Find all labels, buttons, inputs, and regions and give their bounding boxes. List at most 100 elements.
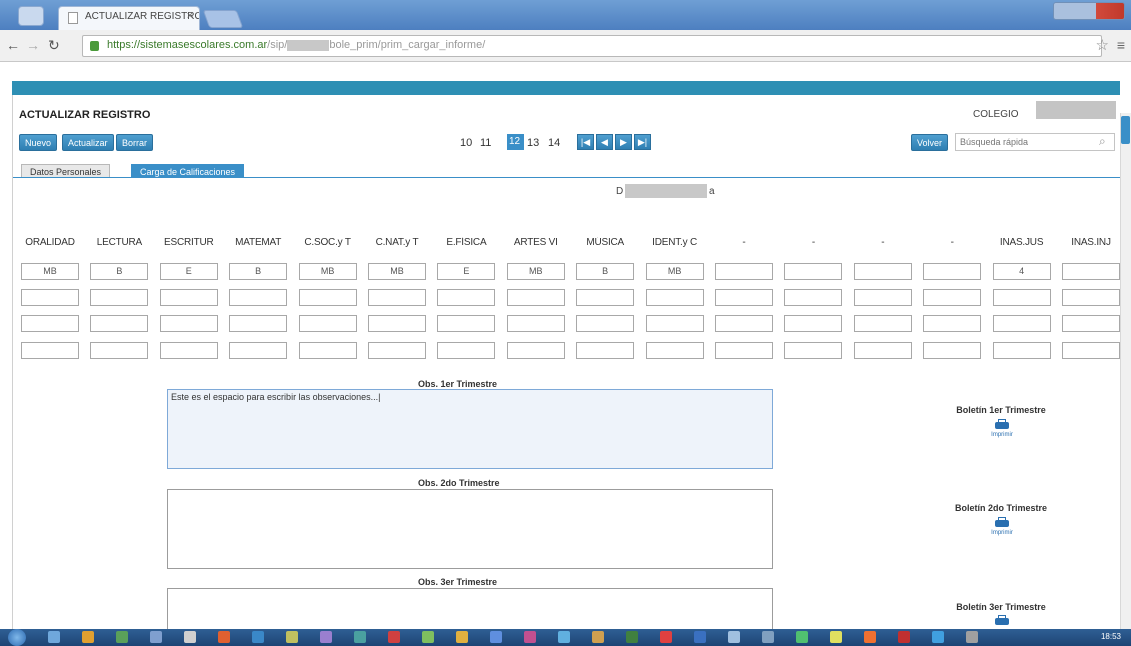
print-1-icon[interactable] bbox=[995, 419, 1009, 431]
grade-cell[interactable]: E bbox=[159, 263, 218, 280]
grade-cell[interactable] bbox=[298, 342, 357, 359]
grade-cell[interactable] bbox=[645, 315, 704, 332]
grade-cell[interactable]: 4 bbox=[992, 263, 1051, 280]
page-14[interactable]: 14 bbox=[548, 137, 560, 149]
taskbar-app-icon[interactable] bbox=[762, 631, 774, 643]
taskbar-app-icon[interactable] bbox=[320, 631, 332, 643]
grade-cell[interactable]: MB bbox=[645, 263, 704, 280]
grade-cell[interactable] bbox=[853, 315, 912, 332]
grade-cell[interactable] bbox=[159, 289, 218, 306]
grade-cell[interactable] bbox=[506, 342, 565, 359]
grade-cell[interactable] bbox=[992, 342, 1051, 359]
grade-cell[interactable] bbox=[576, 342, 635, 359]
taskbar-app-icon[interactable] bbox=[728, 631, 740, 643]
taskbar-app-icon[interactable] bbox=[218, 631, 230, 643]
page-11[interactable]: 11 bbox=[480, 137, 491, 149]
grade-cell[interactable] bbox=[715, 315, 773, 332]
browser-tab[interactable]: ACTUALIZAR REGISTRO × bbox=[58, 6, 200, 30]
next-page-icon[interactable]: ▶ bbox=[615, 134, 632, 150]
grade-cell[interactable] bbox=[853, 289, 912, 306]
obs-2-textarea[interactable] bbox=[167, 489, 773, 569]
grade-cell[interactable] bbox=[368, 342, 426, 359]
nuevo-button[interactable]: Nuevo bbox=[19, 134, 58, 151]
taskbar-app-icon[interactable] bbox=[286, 631, 298, 643]
grade-cell[interactable] bbox=[576, 289, 635, 306]
taskbar-app-icon[interactable] bbox=[626, 631, 638, 643]
grade-cell[interactable]: MB bbox=[21, 263, 79, 280]
grade-cell[interactable] bbox=[229, 315, 288, 332]
grade-cell[interactable] bbox=[923, 315, 982, 332]
grade-cell[interactable]: B bbox=[576, 263, 635, 280]
search-input[interactable] bbox=[955, 133, 1115, 151]
obs-1-textarea[interactable]: Este es el espacio para escribir las obs… bbox=[167, 389, 773, 469]
grade-cell[interactable] bbox=[506, 315, 565, 332]
close-icon[interactable]: × bbox=[187, 10, 193, 22]
grade-cell[interactable] bbox=[1062, 289, 1120, 306]
search-icon[interactable]: ⌕ bbox=[1099, 134, 1106, 149]
grade-cell[interactable] bbox=[159, 315, 218, 332]
window-controls[interactable] bbox=[1053, 2, 1125, 20]
page-13[interactable]: 13 bbox=[527, 137, 539, 149]
taskbar-app-icon[interactable] bbox=[932, 631, 944, 643]
new-tab-button[interactable] bbox=[202, 10, 244, 28]
grade-cell[interactable] bbox=[853, 263, 912, 280]
grade-cell[interactable] bbox=[90, 315, 149, 332]
taskbar-app-icon[interactable] bbox=[252, 631, 264, 643]
grade-cell[interactable] bbox=[923, 342, 982, 359]
last-page-icon[interactable]: ▶| bbox=[634, 134, 651, 150]
url-field[interactable]: https://sistemasescolares.com.ar/sip/bol… bbox=[82, 35, 1102, 57]
grade-cell[interactable] bbox=[298, 315, 357, 332]
taskbar-app-icon[interactable] bbox=[524, 631, 536, 643]
taskbar-app-icon[interactable] bbox=[150, 631, 162, 643]
first-page-icon[interactable]: |◀ bbox=[577, 134, 594, 150]
taskbar-app-icon[interactable] bbox=[456, 631, 468, 643]
grade-cell[interactable] bbox=[437, 289, 496, 306]
taskbar-app-icon[interactable] bbox=[796, 631, 808, 643]
prev-page-icon[interactable]: ◀ bbox=[596, 134, 613, 150]
grade-cell[interactable] bbox=[229, 342, 288, 359]
grade-cell[interactable] bbox=[21, 315, 79, 332]
forward-arrow-icon[interactable]: → bbox=[26, 37, 40, 53]
reload-icon[interactable]: ↻ bbox=[48, 37, 60, 54]
grade-cell[interactable] bbox=[784, 289, 843, 306]
page-10[interactable]: 10 bbox=[460, 137, 472, 149]
grade-cell[interactable] bbox=[992, 315, 1051, 332]
grade-cell[interactable] bbox=[923, 263, 982, 280]
volver-button[interactable]: Volver bbox=[911, 134, 949, 151]
taskbar-app-icon[interactable] bbox=[830, 631, 842, 643]
grade-cell[interactable] bbox=[715, 263, 773, 280]
grade-cell[interactable] bbox=[437, 342, 496, 359]
start-button-icon[interactable] bbox=[8, 629, 26, 646]
taskbar-app-icon[interactable] bbox=[898, 631, 910, 643]
taskbar-app-icon[interactable] bbox=[592, 631, 604, 643]
bookmark-star-icon[interactable]: ☆ bbox=[1096, 36, 1109, 54]
grade-cell[interactable]: B bbox=[229, 263, 288, 280]
taskbar-app-icon[interactable] bbox=[388, 631, 400, 643]
taskbar-app-icon[interactable] bbox=[422, 631, 434, 643]
taskbar-app-icon[interactable] bbox=[184, 631, 196, 643]
grade-cell[interactable] bbox=[298, 289, 357, 306]
scrollbar-thumb[interactable] bbox=[1121, 116, 1130, 144]
grade-cell[interactable]: E bbox=[437, 263, 496, 280]
taskbar-app-icon[interactable] bbox=[966, 631, 978, 643]
grade-cell[interactable] bbox=[229, 289, 288, 306]
taskbar-app-icon[interactable] bbox=[354, 631, 366, 643]
grade-cell[interactable] bbox=[437, 315, 496, 332]
grade-cell[interactable] bbox=[1062, 315, 1120, 332]
grade-cell[interactable] bbox=[90, 289, 149, 306]
print-3-icon[interactable] bbox=[995, 615, 1009, 627]
obs-3-textarea[interactable] bbox=[167, 588, 773, 629]
grade-cell[interactable] bbox=[923, 289, 982, 306]
taskbar-app-icon[interactable] bbox=[660, 631, 672, 643]
grade-cell[interactable] bbox=[645, 289, 704, 306]
borrar-button[interactable]: Borrar bbox=[116, 134, 154, 151]
tab-carga-calificaciones[interactable]: Carga de Calificaciones bbox=[131, 164, 245, 178]
grade-cell[interactable] bbox=[1062, 342, 1120, 359]
taskbar-app-icon[interactable] bbox=[490, 631, 502, 643]
grade-cell[interactable] bbox=[645, 342, 704, 359]
taskbar-app-icon[interactable] bbox=[864, 631, 876, 643]
browser-menu-icon[interactable]: ≡ bbox=[1117, 37, 1125, 53]
grade-cell[interactable] bbox=[21, 289, 79, 306]
tab-datos-personales[interactable]: Datos Personales bbox=[21, 164, 111, 178]
taskbar-app-icon[interactable] bbox=[48, 631, 60, 643]
